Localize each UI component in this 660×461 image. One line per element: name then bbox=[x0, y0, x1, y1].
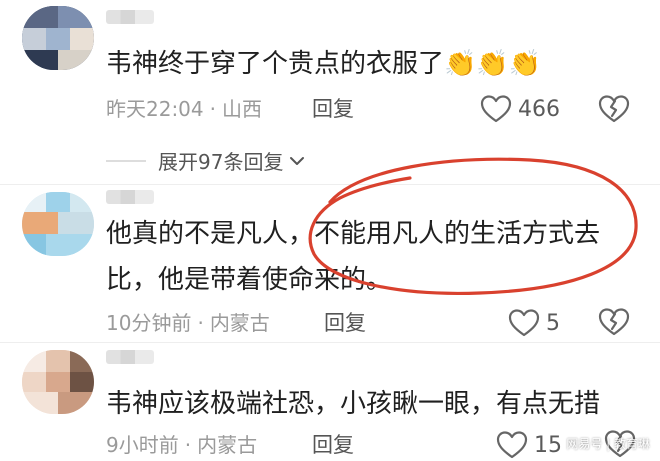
comment-time: 9小时前 bbox=[106, 433, 179, 457]
avatar[interactable] bbox=[22, 6, 94, 70]
comment-text: 韦神应该极端社恐，小孩瞅一眼，有点无措 bbox=[106, 389, 601, 419]
reply-button[interactable]: 回复 bbox=[312, 432, 354, 458]
username-blurred[interactable] bbox=[106, 10, 154, 24]
avatar[interactable] bbox=[22, 350, 94, 414]
username-blurred[interactable] bbox=[106, 350, 154, 364]
heart-outline-icon bbox=[496, 431, 528, 459]
broken-heart-icon[interactable] bbox=[598, 93, 630, 125]
comment-location: 内蒙古 bbox=[197, 433, 258, 457]
like-button[interactable]: 5 bbox=[508, 307, 560, 339]
expand-replies[interactable]: 展开97条回复 bbox=[106, 146, 307, 175]
like-count: 5 bbox=[546, 310, 560, 336]
comment-time: 10分钟前 bbox=[106, 311, 192, 335]
meta-separator: · bbox=[197, 311, 204, 335]
expand-line bbox=[106, 159, 146, 162]
like-count: 15 bbox=[534, 432, 562, 458]
heart-outline-icon bbox=[480, 95, 512, 123]
meta-separator: · bbox=[209, 97, 216, 121]
comment-time: 昨天22:04 bbox=[106, 97, 204, 121]
heart-outline-icon bbox=[508, 309, 540, 337]
comment-location: 山西 bbox=[222, 97, 262, 121]
like-count: 466 bbox=[518, 96, 560, 122]
watermark: 网易号 | 教育琳 bbox=[566, 437, 650, 451]
comment-meta: 昨天22:04 · 山西 bbox=[106, 96, 262, 122]
comment-3: 韦神应该极端社恐，小孩瞅一眼，有点无措 9小时前 · 内蒙古 回复 15 bbox=[0, 344, 660, 460]
comment-meta: 10分钟前 · 内蒙古 bbox=[106, 310, 270, 336]
avatar[interactable] bbox=[22, 192, 94, 256]
like-button[interactable]: 15 bbox=[496, 429, 562, 461]
meta-separator: · bbox=[184, 433, 192, 457]
username-blurred[interactable] bbox=[106, 190, 154, 204]
comment-meta: 9小时前 · 内蒙古 bbox=[106, 432, 257, 458]
comment-text: 韦神终于穿了个贵点的衣服了👏👏👏 bbox=[106, 49, 542, 79]
reply-button[interactable]: 回复 bbox=[324, 310, 366, 336]
comment-location: 内蒙古 bbox=[209, 311, 270, 335]
broken-heart-icon[interactable] bbox=[598, 306, 630, 338]
expand-replies-label: 展开97条回复 bbox=[158, 150, 284, 174]
annotation-circle bbox=[308, 157, 638, 295]
like-button[interactable]: 466 bbox=[480, 93, 560, 125]
divider bbox=[0, 342, 660, 343]
reply-button[interactable]: 回复 bbox=[312, 96, 354, 122]
